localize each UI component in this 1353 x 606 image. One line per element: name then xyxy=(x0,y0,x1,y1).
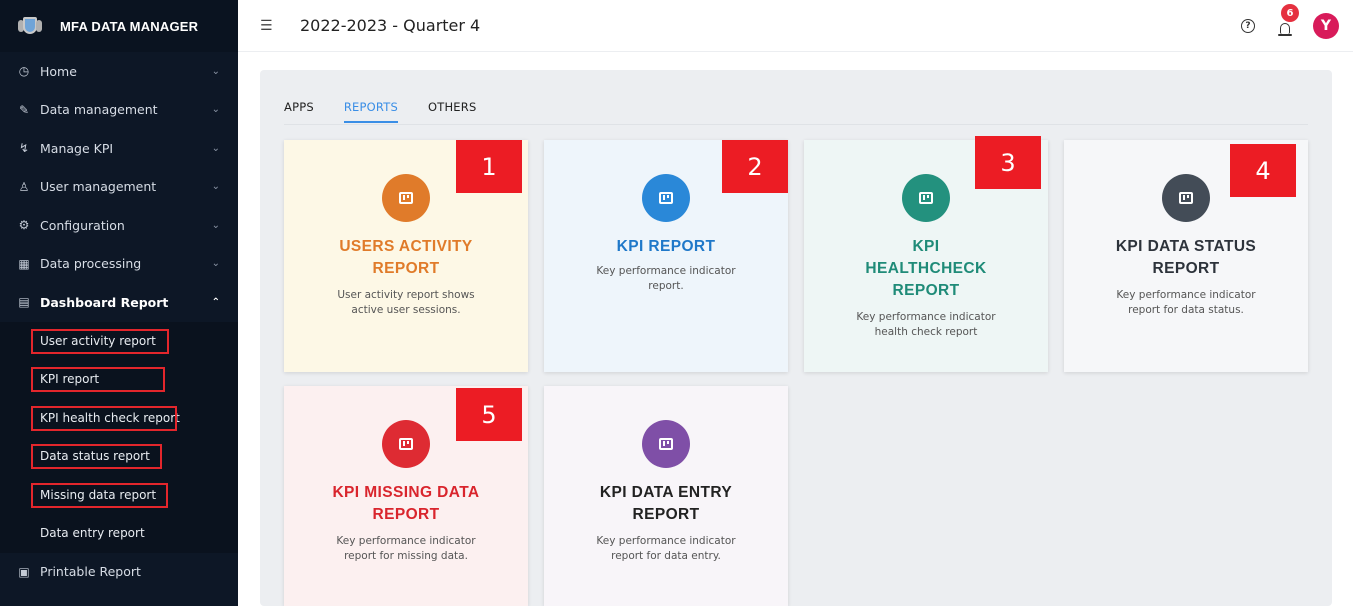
card-title: KPI REPORT xyxy=(616,238,716,255)
card-description: Key performance indicator report for dat… xyxy=(1116,289,1256,316)
sidebar-item-user-management[interactable]: ♙ User management ⌄ xyxy=(0,168,238,207)
sidebar-item-home[interactable]: ◷ Home ⌄ xyxy=(0,52,238,91)
submenu-item-kpi-health-check-report[interactable]: KPI health check report xyxy=(0,399,238,438)
sidebar-item-configuration[interactable]: ⚙ Configuration ⌄ xyxy=(0,206,238,245)
report-icon xyxy=(659,438,673,450)
card-description: Key performance indicator report for dat… xyxy=(596,535,736,562)
chart-icon: ↯ xyxy=(18,141,30,156)
sidebar-menu: ◷ Home ⌄ ✎ Data management ⌄ ↯ Manage KP… xyxy=(0,52,238,591)
annotation-marker-4: 4 xyxy=(1230,144,1296,197)
card-title: KPI HEALTHCHECK REPORT xyxy=(865,238,987,299)
card-description: Key performance indicator health check r… xyxy=(856,311,996,338)
chevron-down-icon: ⌄ xyxy=(211,142,220,154)
card-icon-circle xyxy=(642,174,690,222)
report-icon xyxy=(399,438,413,450)
card-title: KPI DATA ENTRY REPORT xyxy=(599,484,733,523)
help-icon[interactable]: ? xyxy=(1241,19,1255,33)
annotation-marker-3: 3 xyxy=(975,136,1041,189)
card-icon-circle xyxy=(382,420,430,468)
sidebar-item-data-management[interactable]: ✎ Data management ⌄ xyxy=(0,91,238,130)
report-icon xyxy=(659,192,673,204)
chevron-up-icon: ⌃ xyxy=(211,296,220,308)
sidebar-item-label: Configuration xyxy=(40,217,125,233)
topbar-actions: ? 6 Y xyxy=(1241,0,1339,52)
submenu-item-data-entry-report[interactable]: Data entry report xyxy=(0,514,238,553)
sidebar-item-label: Printable Report xyxy=(40,564,141,580)
tab-divider xyxy=(284,124,1308,125)
submenu-item-label: User activity report xyxy=(40,333,156,348)
main-content: APPS REPORTS OTHERS USERS ACTIVITY REPOR… xyxy=(260,70,1332,606)
menu-toggle-icon[interactable]: ☰ xyxy=(260,18,280,34)
sidebar-item-printable-report[interactable]: ▣ Printable Report xyxy=(0,553,238,592)
annotation-marker-5: 5 xyxy=(456,388,522,441)
chevron-down-icon: ⌄ xyxy=(211,104,220,116)
report-icon: ▤ xyxy=(18,295,30,310)
card-description: Key performance indicator report. xyxy=(596,265,736,292)
topbar: ☰ 2022-2023 - Quarter 4 ? 6 Y xyxy=(238,0,1353,52)
card-icon-circle xyxy=(642,420,690,468)
brand[interactable]: MFA DATA MANAGER xyxy=(0,0,238,52)
page-title: 2022-2023 - Quarter 4 xyxy=(300,16,481,35)
card-description: Key performance indicator report for mis… xyxy=(336,535,476,562)
card-icon-circle xyxy=(1162,174,1210,222)
app-root: MFA DATA MANAGER ◷ Home ⌄ ✎ Data managem… xyxy=(0,0,1353,606)
sidebar-item-dashboard-report[interactable]: ▤ Dashboard Report ⌃ xyxy=(0,283,238,322)
annotation-marker-1: 1 xyxy=(456,140,522,193)
submenu-item-label: KPI health check report xyxy=(40,410,180,425)
sidebar-item-data-processing[interactable]: ▦ Data processing ⌄ xyxy=(0,245,238,284)
table-icon: ▦ xyxy=(18,256,30,271)
tab-bar: APPS REPORTS OTHERS xyxy=(284,100,506,123)
submenu-item-label: Data entry report xyxy=(40,526,145,541)
submenu-item-label: Data status report xyxy=(40,449,150,464)
tab-others[interactable]: OTHERS xyxy=(428,100,476,123)
coat-of-arms-icon xyxy=(18,14,42,38)
submenu-item-user-activity-report[interactable]: User activity report xyxy=(0,322,238,361)
printer-icon: ▣ xyxy=(18,564,30,579)
chevron-down-icon: ⌄ xyxy=(211,181,220,193)
edit-icon: ✎ xyxy=(18,102,30,117)
report-icon xyxy=(919,192,933,204)
tab-reports[interactable]: REPORTS xyxy=(343,100,399,123)
card-title: USERS ACTIVITY REPORT xyxy=(339,238,473,277)
card-icon-circle xyxy=(902,174,950,222)
submenu-item-missing-data-report[interactable]: Missing data report xyxy=(0,476,238,515)
card-title: KPI DATA STATUS REPORT xyxy=(1115,238,1257,277)
submenu-item-label: KPI report xyxy=(40,372,100,387)
avatar[interactable]: Y xyxy=(1313,13,1339,39)
gear-icon: ⚙ xyxy=(18,218,30,233)
brand-title: MFA DATA MANAGER xyxy=(60,18,199,34)
sidebar-item-label: User management xyxy=(40,179,157,195)
report-icon xyxy=(399,192,413,204)
clock-icon: ◷ xyxy=(18,64,30,79)
submenu-item-data-status-report[interactable]: Data status report xyxy=(0,437,238,476)
sidebar-item-label: Dashboard Report xyxy=(40,294,169,310)
annotation-marker-2: 2 xyxy=(722,140,788,193)
card-kpi-data-entry-report[interactable]: KPI DATA ENTRY REPORT Key performance in… xyxy=(544,386,788,606)
submenu-item-kpi-report[interactable]: KPI report xyxy=(0,360,238,399)
card-description: User activity report shows active user s… xyxy=(337,289,475,316)
chevron-down-icon: ⌄ xyxy=(211,258,220,270)
notifications-button[interactable]: 6 xyxy=(1277,4,1299,36)
chevron-down-icon: ⌄ xyxy=(211,65,220,77)
dashboard-report-submenu: User activity report KPI report KPI heal… xyxy=(0,321,238,553)
sidebar-item-label: Manage KPI xyxy=(40,140,114,156)
report-icon xyxy=(1179,192,1193,204)
sidebar-item-label: Data management xyxy=(40,102,158,118)
submenu-item-label: Missing data report xyxy=(40,487,157,502)
bell-icon xyxy=(1278,23,1292,36)
tab-apps[interactable]: APPS xyxy=(284,100,314,123)
sidebar: MFA DATA MANAGER ◷ Home ⌄ ✎ Data managem… xyxy=(0,0,238,606)
user-icon: ♙ xyxy=(18,179,30,194)
card-icon-circle xyxy=(382,174,430,222)
sidebar-item-manage-kpi[interactable]: ↯ Manage KPI ⌄ xyxy=(0,129,238,168)
sidebar-item-label: Home xyxy=(40,63,77,79)
sidebar-item-label: Data processing xyxy=(40,256,142,272)
chevron-down-icon: ⌄ xyxy=(211,219,220,231)
card-title: KPI MISSING DATA REPORT xyxy=(332,484,480,523)
notification-badge: 6 xyxy=(1281,4,1299,22)
